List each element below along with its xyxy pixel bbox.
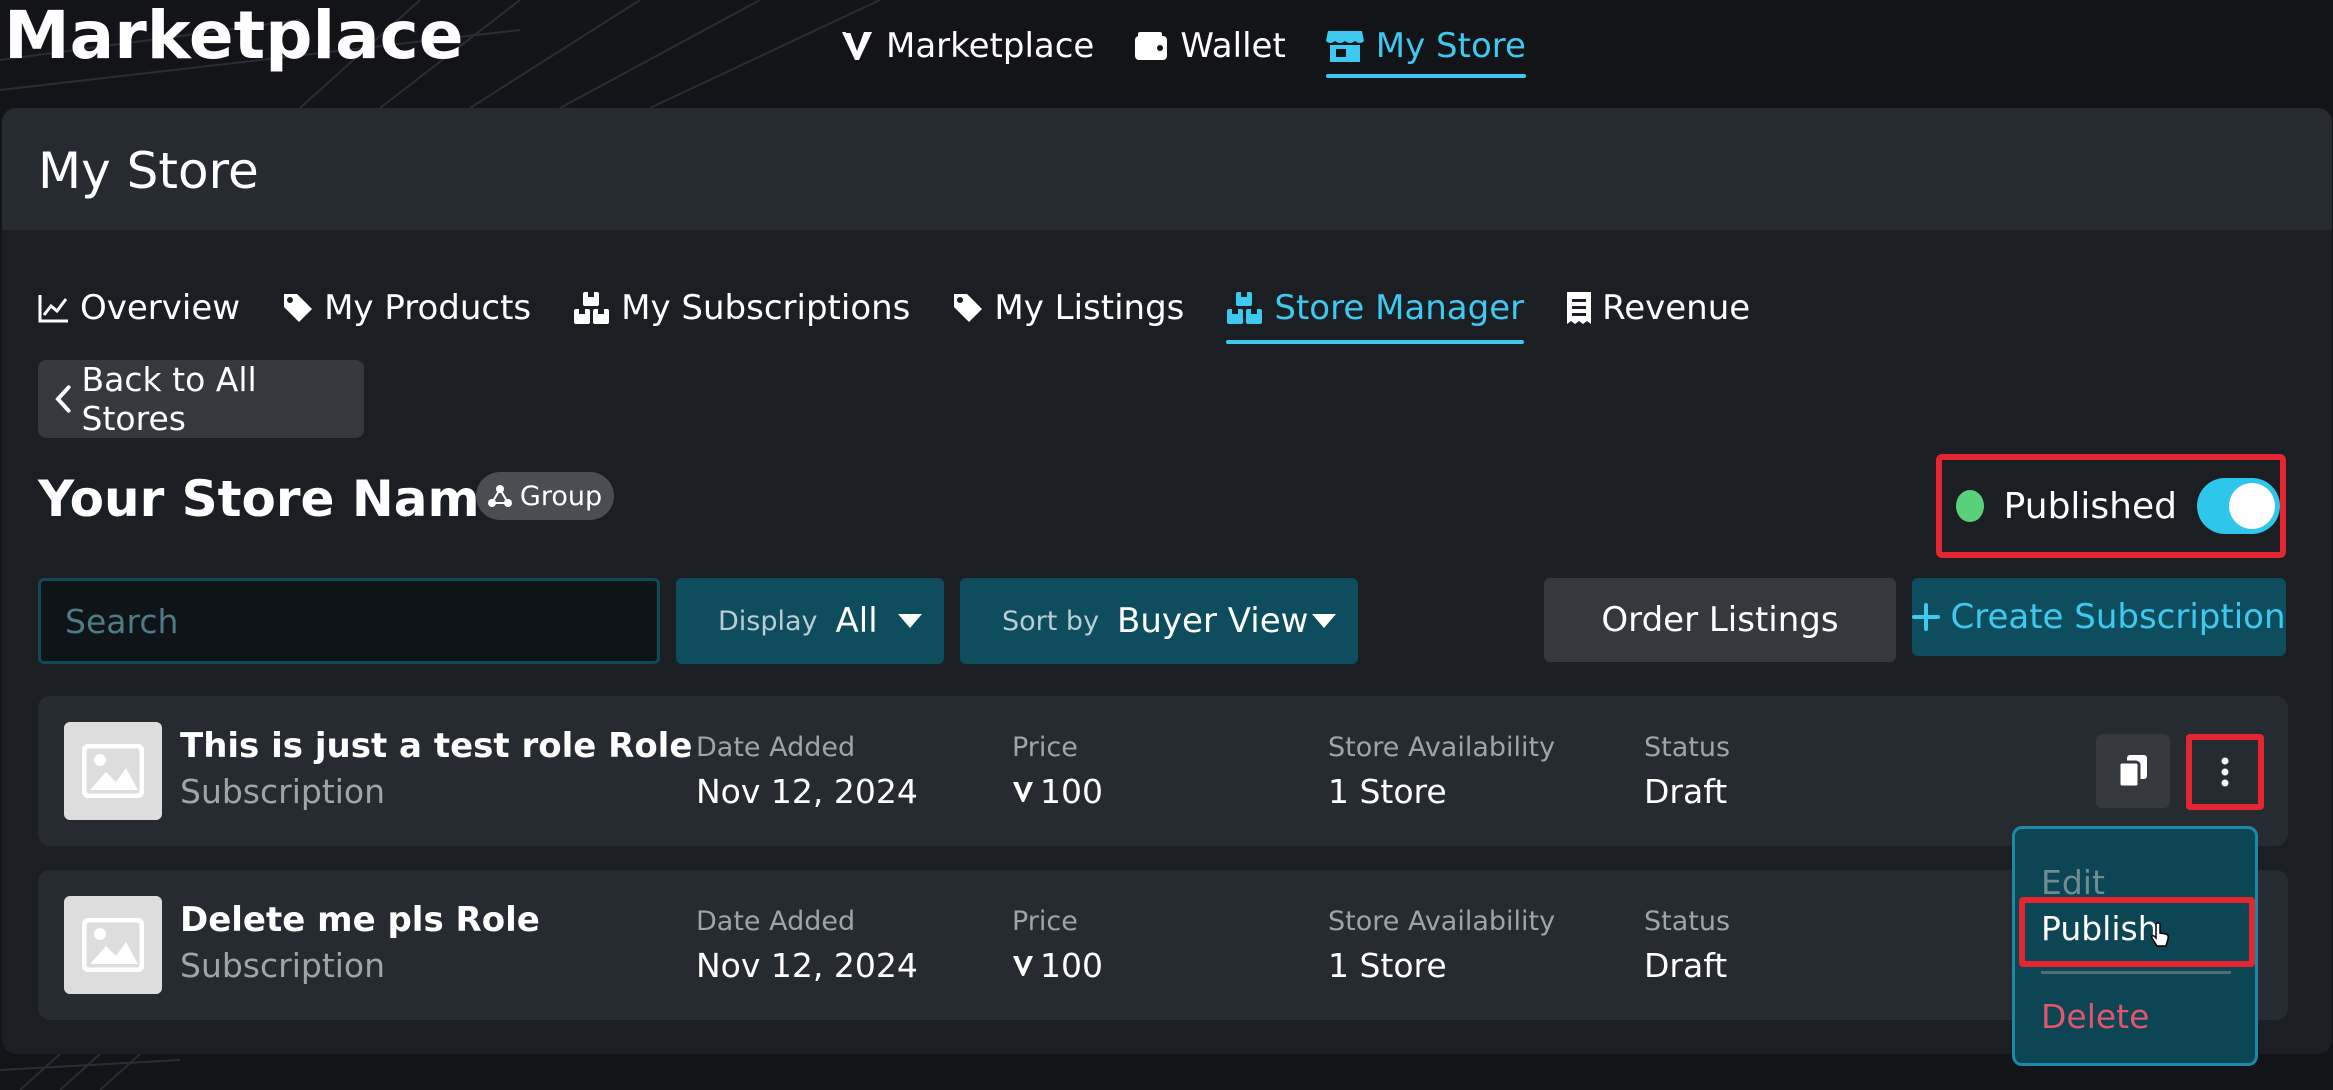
tab-my-listings[interactable]: My Listings <box>952 272 1184 344</box>
back-to-all-stores-button[interactable]: Back to All Stores <box>38 360 364 438</box>
availability-label: Store Availability <box>1328 906 1556 937</box>
price-label: Price <box>1012 906 1078 937</box>
sort-select-value: Buyer View <box>1117 601 1309 641</box>
receipt-icon <box>1567 292 1592 324</box>
published-label: Published <box>2003 485 2177 527</box>
app-title: Marketplace <box>4 0 464 74</box>
published-toggle[interactable] <box>2197 478 2280 534</box>
tag-icon <box>954 294 983 322</box>
group-badge: Group <box>476 472 614 520</box>
display-select[interactable]: Display All <box>676 578 944 664</box>
display-select-value: All <box>835 601 878 641</box>
caret-down-icon <box>1312 614 1336 628</box>
listing-type: Subscription <box>180 772 386 811</box>
sort-select[interactable]: Sort by Buyer View <box>960 578 1358 664</box>
copy-icon <box>2118 755 2147 788</box>
store-tabs: Overview My Products My Subscriptions My… <box>38 272 1750 344</box>
image-placeholder <box>64 896 162 994</box>
tab-revenue[interactable]: Revenue <box>1566 272 1750 344</box>
tab-store-manager[interactable]: Store Manager <box>1226 272 1524 344</box>
top-nav-marketplace[interactable]: Marketplace <box>840 14 1094 78</box>
hand-cursor-icon <box>2151 922 2169 947</box>
top-nav: Marketplace Wallet My Store <box>840 14 1527 78</box>
page-title: My Store <box>38 142 259 200</box>
availability-value: 1 Store <box>1328 772 1447 811</box>
price-amount: 100 <box>1040 946 1103 985</box>
top-nav-label: Marketplace <box>886 26 1095 66</box>
tab-label: Store Manager <box>1274 288 1525 328</box>
listing-row: Delete me pls Role Subscription Date Add… <box>38 870 2288 1020</box>
menu-item-delete[interactable]: Delete <box>2041 997 2149 1036</box>
listing-row: This is just a test role Role Subscripti… <box>38 696 2288 846</box>
v-currency-icon <box>1013 955 1033 976</box>
page: Marketplace Marketplace Wallet My Store … <box>0 0 2333 1090</box>
search-input[interactable] <box>38 578 660 664</box>
availability-label: Store Availability <box>1328 732 1556 763</box>
status-dot <box>1956 490 1984 522</box>
vertical-ellipsis-icon <box>2221 757 2229 787</box>
more-options-button[interactable] <box>2186 734 2264 810</box>
top-nav-my-store[interactable]: My Store <box>1325 14 1527 78</box>
chart-line-icon <box>38 295 68 323</box>
store-name: Your Store Name <box>38 470 514 528</box>
create-subscription-label: Create Subscription <box>1950 597 2286 637</box>
status-value: Draft <box>1644 946 1728 985</box>
display-select-label: Display <box>718 605 818 637</box>
tab-label: Revenue <box>1602 288 1751 328</box>
image-icon <box>82 918 144 972</box>
price-value: 100 <box>1012 946 1103 985</box>
tag-icon <box>284 294 313 322</box>
store-icon <box>1325 31 1364 62</box>
plus-icon <box>1912 603 1941 631</box>
tab-label: Overview <box>80 288 241 328</box>
group-badge-label: Group <box>519 480 603 512</box>
duplicate-button[interactable] <box>2096 734 2170 808</box>
row-actions-menu: Edit Publish Delete <box>2012 826 2258 1066</box>
image-icon <box>82 744 144 798</box>
chevron-left-icon <box>55 385 71 413</box>
status-label: Status <box>1644 732 1731 763</box>
date-added-value: Nov 12, 2024 <box>696 772 918 811</box>
date-added-label: Date Added <box>696 732 856 763</box>
listing-type: Subscription <box>180 946 386 985</box>
order-listings-label: Order Listings <box>1601 600 1839 640</box>
status-label: Status <box>1644 906 1731 937</box>
toggle-knob <box>2229 483 2275 529</box>
tab-label: My Subscriptions <box>621 288 911 328</box>
tab-overview[interactable]: Overview <box>38 272 240 344</box>
caret-down-icon <box>898 614 922 628</box>
availability-value: 1 Store <box>1328 946 1447 985</box>
image-placeholder <box>64 722 162 820</box>
listing-name: Delete me pls Role <box>180 900 540 940</box>
top-nav-wallet[interactable]: Wallet <box>1134 14 1286 78</box>
v-logo-icon <box>842 31 872 60</box>
panel-header: My Store <box>2 108 2332 230</box>
listing-name: This is just a test role Role <box>180 726 693 766</box>
tab-label: My Products <box>324 288 532 328</box>
v-currency-icon <box>1013 781 1033 802</box>
wallet-icon <box>1135 32 1168 60</box>
price-label: Price <box>1012 732 1078 763</box>
menu-divider <box>2041 971 2231 974</box>
top-nav-label: My Store <box>1375 26 1526 66</box>
top-nav-label: Wallet <box>1180 26 1286 66</box>
boxes-icon <box>574 292 610 324</box>
sort-select-label: Sort by <box>1002 605 1100 637</box>
price-value: 100 <box>1012 772 1103 811</box>
tab-my-subscriptions[interactable]: My Subscriptions <box>573 272 910 344</box>
back-button-label: Back to All Stores <box>81 360 257 438</box>
published-toggle-group: Published <box>1936 454 2286 558</box>
order-listings-button[interactable]: Order Listings <box>1544 578 1896 662</box>
price-amount: 100 <box>1040 772 1103 811</box>
boxes-icon <box>1227 292 1263 324</box>
status-value: Draft <box>1644 772 1728 811</box>
date-added-label: Date Added <box>696 906 856 937</box>
tab-label: My Listings <box>994 288 1185 328</box>
menu-item-publish[interactable]: Publish <box>2041 909 2159 948</box>
create-subscription-button[interactable]: Create Subscription <box>1912 578 2286 656</box>
group-icon <box>487 485 512 507</box>
tab-my-products[interactable]: My Products <box>282 272 531 344</box>
date-added-value: Nov 12, 2024 <box>696 946 918 985</box>
